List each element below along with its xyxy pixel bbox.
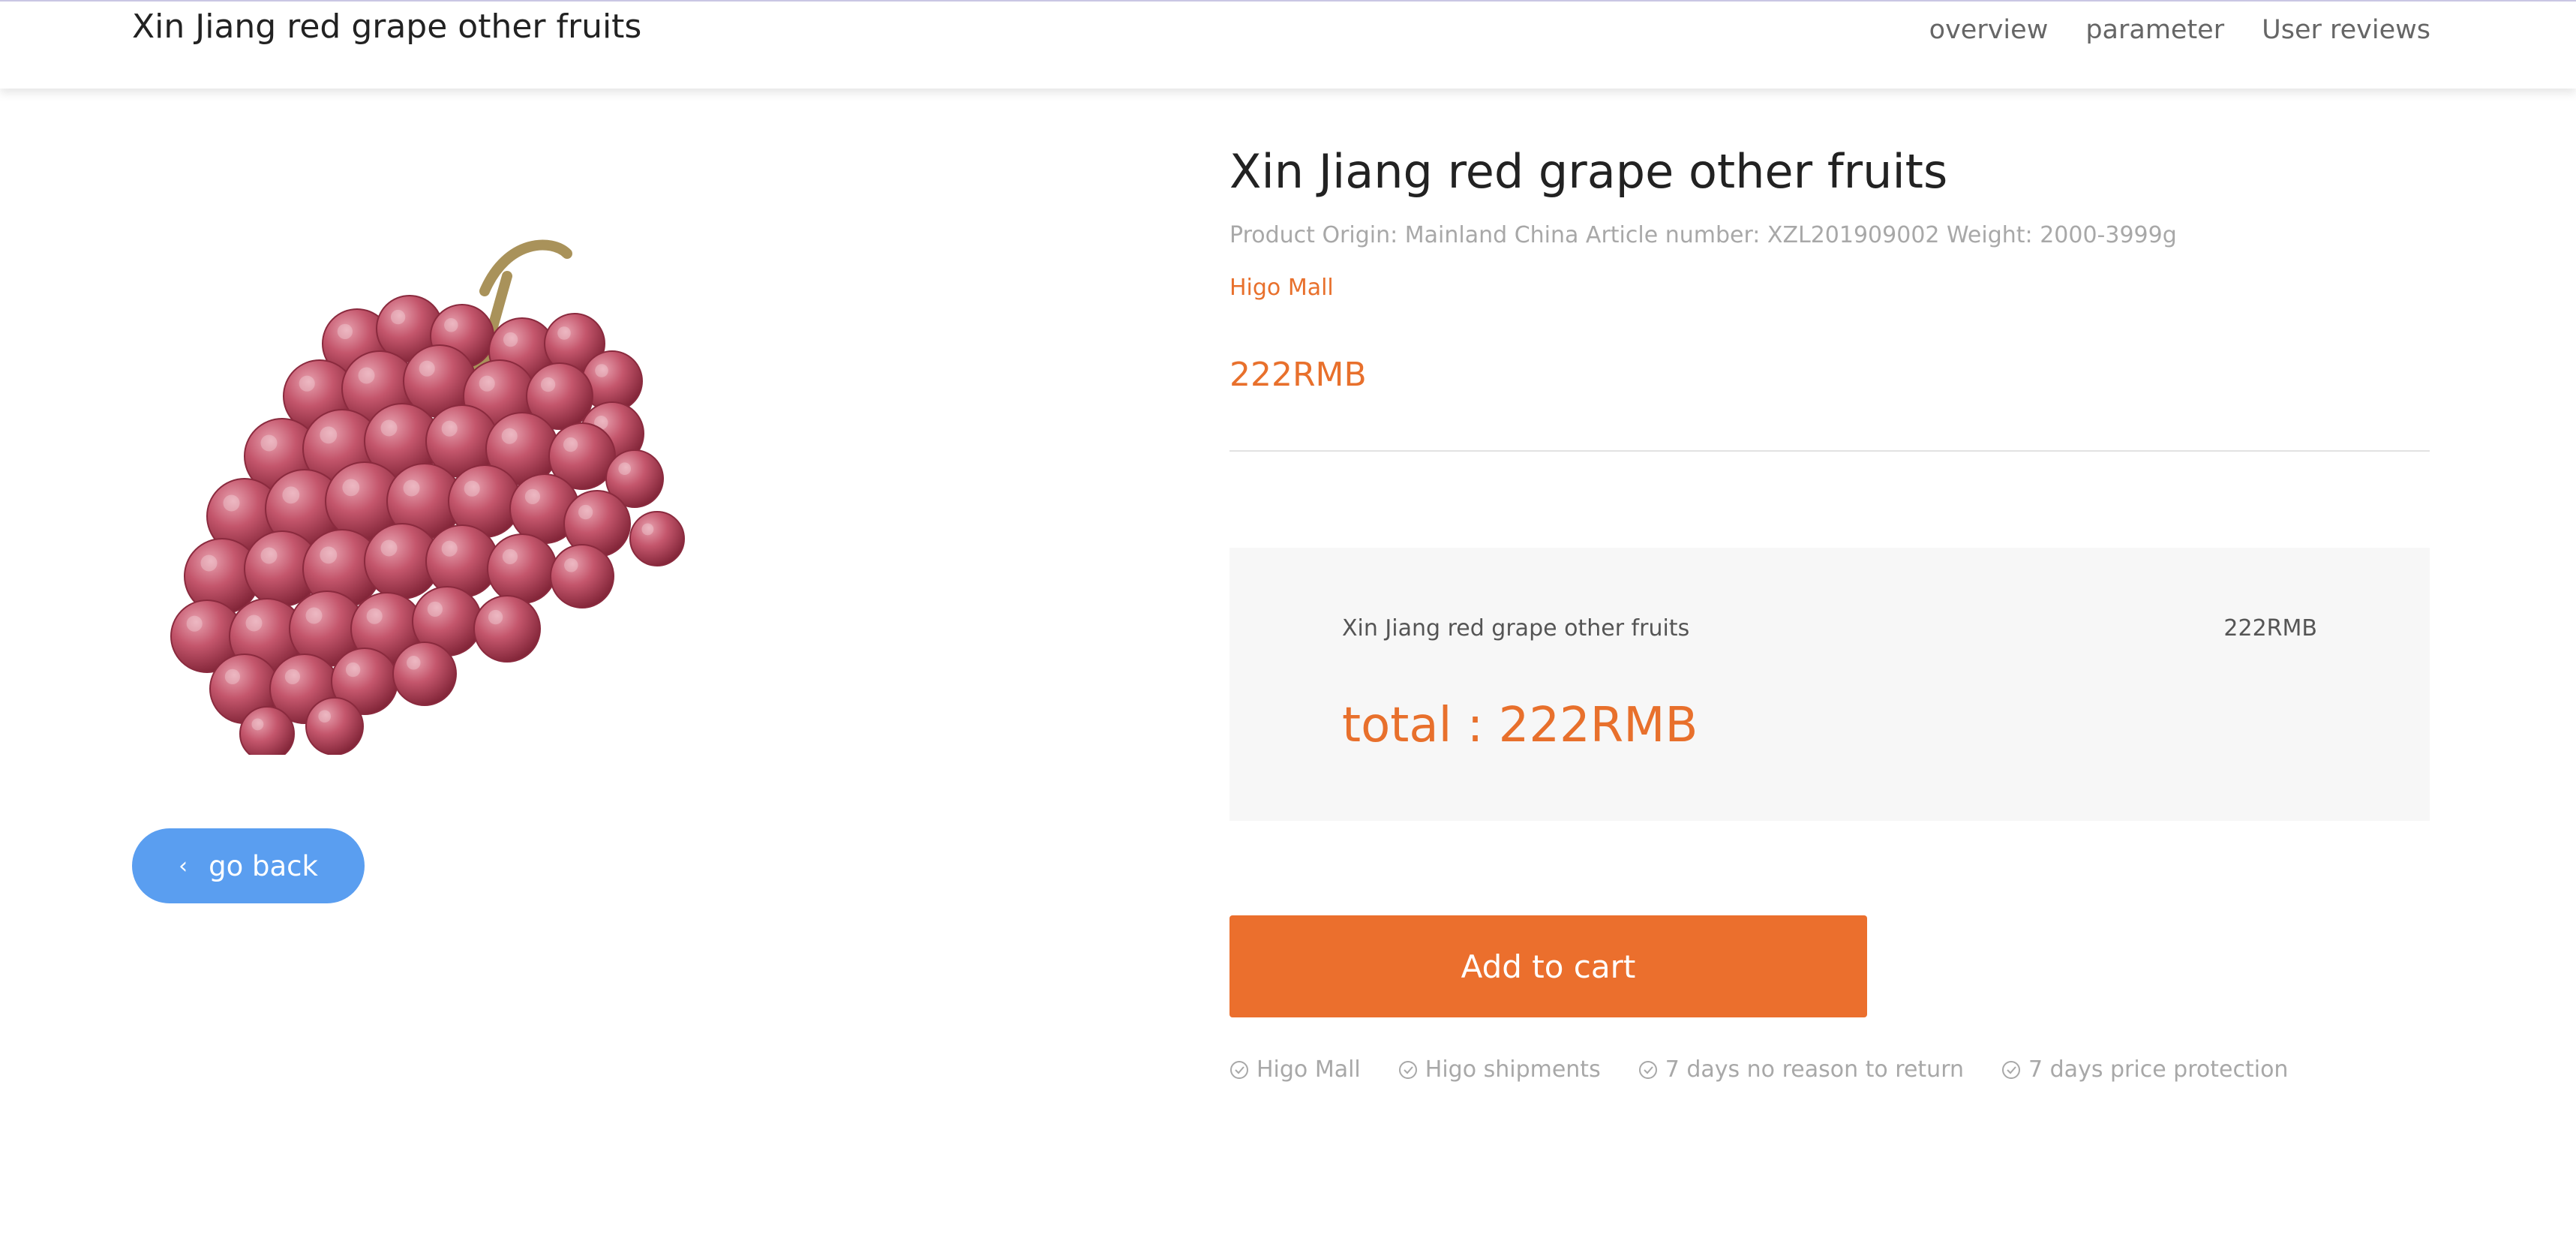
store-name: Higo Mall (1229, 275, 1334, 301)
check-circle-icon (1398, 1060, 1417, 1079)
grape-highlight (641, 523, 654, 536)
product-image (170, 239, 685, 755)
top-nav-bar: Xin Jiang red grape other fruits overvie… (0, 0, 2576, 89)
badge-item: Higo shipments (1398, 1056, 1601, 1083)
divider (1229, 450, 2430, 452)
grape-highlight (366, 608, 383, 624)
grape-highlight (501, 428, 518, 444)
nav-user-reviews[interactable]: User reviews (2262, 15, 2430, 45)
grape-berry (473, 595, 541, 663)
grape-highlight (618, 462, 632, 476)
grape-highlight (464, 480, 480, 497)
grape-highlight (284, 669, 301, 685)
grape-highlight (540, 377, 556, 392)
grape-highlight (282, 486, 300, 504)
grape-highlight (407, 656, 421, 670)
grape-highlight (524, 488, 541, 505)
grape-highlight (441, 420, 458, 437)
page-title: Xin Jiang red grape other fruits (132, 8, 642, 46)
grape-highlight (563, 437, 578, 452)
grape-highlight (441, 540, 458, 557)
badge-item: Higo Mall (1229, 1056, 1361, 1083)
grape-highlight (488, 609, 503, 625)
grape-highlight (390, 309, 406, 325)
section-nav: overview parameter User reviews (1929, 15, 2430, 45)
grape-highlight (245, 614, 263, 632)
grape-highlight (200, 554, 218, 572)
grape-highlight (318, 710, 332, 723)
grape-highlight (251, 718, 264, 731)
grape-berry (392, 642, 457, 706)
check-circle-icon (1230, 1060, 1248, 1079)
grape-highlight (260, 547, 278, 564)
grape-highlight (320, 546, 338, 564)
grape-highlight (564, 558, 578, 572)
grape-highlight (260, 434, 278, 452)
add-to-cart-button[interactable]: Add to cart (1229, 915, 1867, 1017)
grape-highlight (427, 601, 443, 617)
badge-label: Higo shipments (1425, 1056, 1601, 1083)
grape-highlight (358, 367, 375, 384)
product-meta: Product Origin: Mainland China Article n… (1229, 222, 2177, 248)
grape-berry (487, 533, 557, 604)
grape-highlight (380, 539, 398, 557)
badge-label: 7 days price protection (2028, 1056, 2289, 1083)
grape-highlight (223, 494, 240, 512)
grape-highlight (380, 419, 398, 437)
grape-highlight (557, 326, 571, 340)
grape-berry (305, 697, 364, 755)
grape-highlight (337, 323, 353, 340)
grape-highlight (186, 615, 203, 632)
check-circle-icon (2002, 1060, 2021, 1079)
grape-highlight (479, 375, 495, 392)
grape-highlight (502, 548, 518, 565)
badge-label: Higo Mall (1256, 1056, 1361, 1083)
grape-highlight (342, 479, 360, 497)
grape-highlight (419, 360, 435, 377)
badge-label: 7 days no reason to return (1665, 1056, 1965, 1083)
nav-overview[interactable]: overview (1929, 15, 2049, 45)
grape-highlight (305, 607, 323, 624)
grape-berry (629, 511, 685, 566)
grape-highlight (299, 375, 315, 392)
grape-berry (239, 706, 295, 755)
summary-total: total : 222RMB (1342, 698, 1698, 753)
grape-highlight (403, 479, 420, 497)
summary-item-price: 222RMB (2223, 615, 2317, 642)
go-back-button[interactable]: ‹ go back (132, 828, 365, 903)
grape-berry (550, 544, 614, 608)
service-badges: Higo Mall Higo shipments 7 days no reaso… (1229, 1056, 2288, 1083)
grape-highlight (320, 426, 338, 444)
go-back-label: go back (209, 849, 318, 882)
product-price: 222RMB (1229, 356, 1367, 394)
grape-berry (425, 524, 499, 598)
nav-parameter[interactable]: parameter (2085, 15, 2224, 45)
badge-item: 7 days price protection (2001, 1056, 2288, 1083)
grape-highlight (503, 332, 518, 347)
summary-item-name: Xin Jiang red grape other fruits (1342, 615, 1690, 642)
product-title: Xin Jiang red grape other fruits (1229, 144, 1948, 199)
check-circle-icon (1638, 1060, 1657, 1079)
chevron-left-icon: ‹ (179, 852, 188, 879)
grape-highlight (224, 669, 241, 685)
grape-highlight (595, 364, 608, 377)
badge-item: 7 days no reason to return (1638, 1056, 1964, 1083)
grape-highlight (578, 504, 593, 520)
order-summary: Xin Jiang red grape other fruits 222RMB … (1229, 548, 2430, 821)
grape-highlight (345, 662, 361, 678)
grape-highlight (444, 318, 458, 332)
